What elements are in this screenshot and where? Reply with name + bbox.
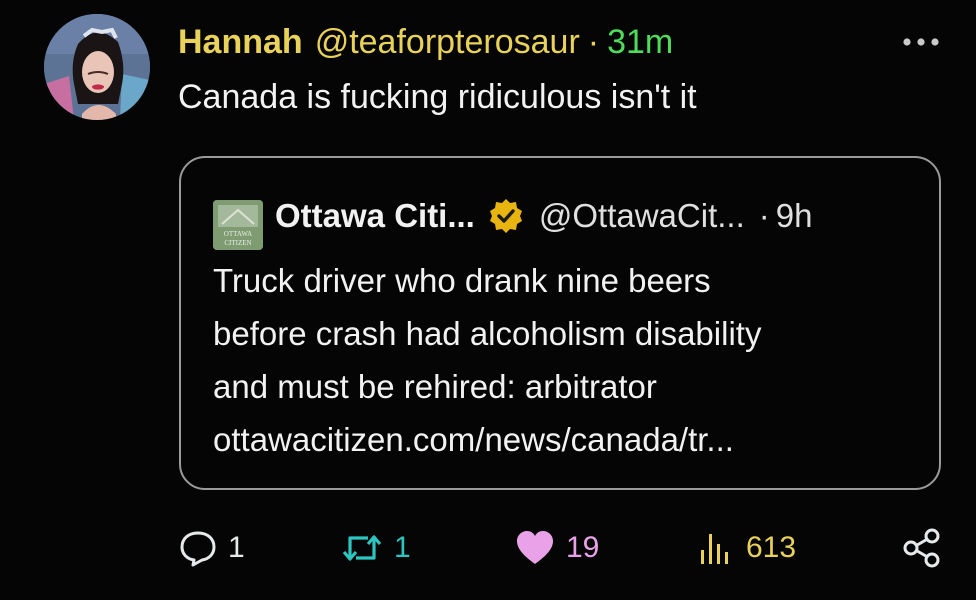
more-options-button[interactable]: [896, 28, 946, 56]
quoted-author-handle: @OttawaCit...: [538, 197, 745, 234]
tweet-header: Hannah @teaforpterosaur · 31m: [178, 20, 673, 64]
repost-count: 1: [394, 531, 411, 564]
author-name[interactable]: Hannah: [178, 20, 303, 64]
more-dots-icon: [903, 38, 939, 46]
views-count: 613: [746, 531, 797, 564]
quoted-author-logo: OTTAWA CITIZEN: [213, 200, 263, 250]
share-nodes-icon: [903, 528, 940, 568]
logo-text-line1: OTTAWA: [224, 230, 252, 238]
logo-text-line2: CITIZEN: [224, 239, 251, 247]
repost-arrows-icon: [342, 535, 382, 561]
speech-bubble-icon: [180, 531, 216, 567]
author-handle[interactable]: @teaforpterosaur: [315, 20, 580, 64]
share-button[interactable]: [900, 526, 944, 570]
quoted-author-name: Ottawa Citi...: [275, 197, 475, 234]
quoted-link[interactable]: ottawacitizen.com/news/canada/tr...: [213, 413, 761, 466]
tweet-text: Canada is fucking ridiculous isn't it: [178, 78, 697, 116]
repost-button[interactable]: 1: [340, 526, 411, 570]
verified-badge-icon: [489, 199, 522, 233]
heart-icon: [517, 531, 553, 564]
quoted-text-line: and must be rehired: arbitrator: [213, 368, 657, 405]
header-separator: ·: [587, 23, 600, 61]
bar-chart-icon: [701, 534, 728, 564]
quoted-header-separator: ·: [758, 197, 770, 234]
views-button[interactable]: 613: [696, 526, 796, 570]
quoted-text-line: Truck driver who drank nine beers: [213, 262, 711, 299]
quoted-header: Ottawa Citi... @OttawaCit... · 9h: [275, 194, 812, 238]
quoted-text: Truck driver who drank nine beers before…: [213, 254, 761, 466]
reply-count: 1: [228, 531, 245, 564]
avatar[interactable]: [44, 14, 150, 120]
avatar-image: [44, 14, 150, 120]
tweet-timestamp[interactable]: 31m: [607, 20, 673, 64]
quoted-text-line: before crash had alcoholism disability: [213, 315, 762, 352]
quoted-tweet-card[interactable]: OTTAWA CITIZEN Ottawa Citi... @OttawaCit…: [179, 156, 941, 490]
like-count: 19: [566, 531, 600, 564]
reply-button[interactable]: 1: [178, 526, 245, 570]
quoted-timestamp: 9h: [775, 197, 813, 234]
like-button[interactable]: 19: [514, 526, 599, 570]
